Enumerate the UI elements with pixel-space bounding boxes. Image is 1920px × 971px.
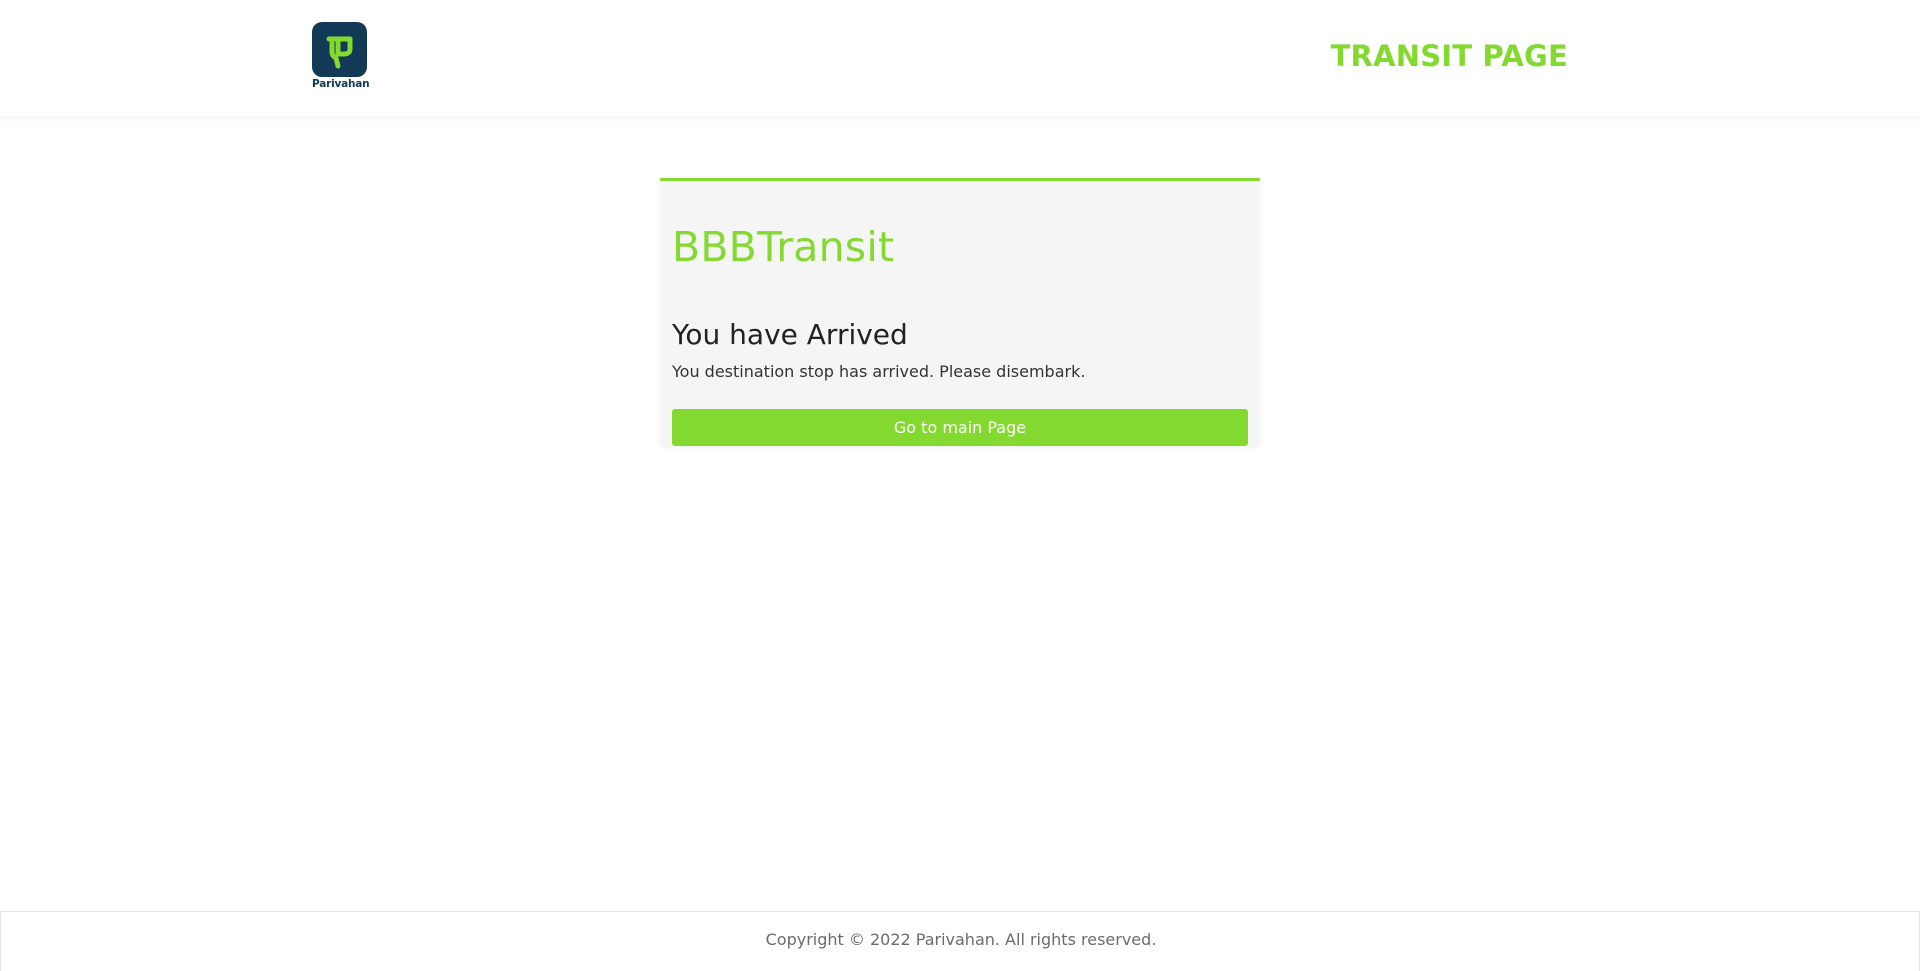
go-to-main-page-button[interactable]: Go to main Page [672,409,1248,446]
site-footer: Copyright © 2022 Parivahan. All rights r… [0,911,1920,971]
logo-text: Parivahan [312,78,370,90]
brand-title: BBBTransit [672,223,895,271]
arrival-message: You destination stop has arrived. Please… [672,362,1086,381]
logo-link[interactable]: Parivahan [312,22,370,94]
copyright-text: Copyright © 2022 Parivahan. All rights r… [765,930,1157,949]
page-title: TRANSIT PAGE [1330,39,1568,73]
parivahan-logo-icon [312,22,367,77]
arrival-heading: You have Arrived [672,318,908,351]
arrival-card: BBBTransit You have Arrived You destinat… [660,178,1260,446]
site-header: Parivahan TRANSIT PAGE [0,0,1920,116]
